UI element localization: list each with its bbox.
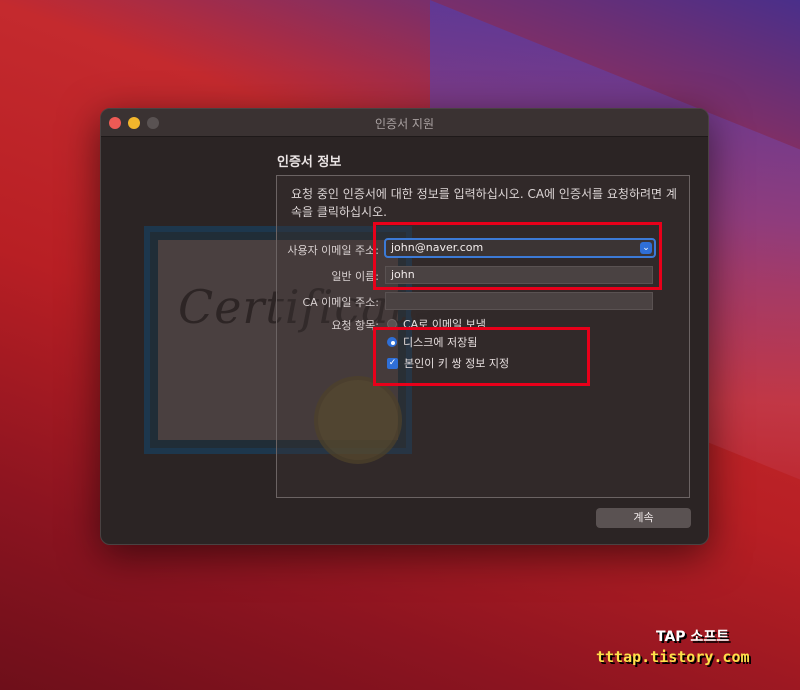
radio-email-ca[interactable]: CA로 이메일 보냄 xyxy=(387,316,486,332)
checkmark-icon[interactable]: ✓ xyxy=(387,357,398,369)
section-title: 인증서 정보 xyxy=(277,155,342,170)
keypair-checkbox-row[interactable]: ✓ 본인이 키 쌍 정보 지정 xyxy=(387,355,509,371)
chevron-down-icon[interactable]: ⌄ xyxy=(640,242,652,254)
window-title: 인증서 지원 xyxy=(374,117,434,131)
watermark-title: TAP 소프트 xyxy=(656,629,730,645)
titlebar: 인증서 지원 xyxy=(101,109,708,137)
radio-save-disk[interactable]: 디스크에 저장됨 xyxy=(387,334,477,350)
radio-button[interactable] xyxy=(387,319,397,329)
description-text: 요청 중인 인증서에 대한 정보를 입력하십시오. CA에 인증서를 요청하려면… xyxy=(291,187,677,219)
radio-email-ca-label: CA로 이메일 보냄 xyxy=(403,318,486,331)
common-name-field[interactable]: john xyxy=(385,266,653,284)
radio-button-selected[interactable] xyxy=(387,337,397,347)
request-label: 요청 항목: xyxy=(331,319,379,332)
form-panel xyxy=(276,175,690,498)
ca-email-label: CA 이메일 주소: xyxy=(302,296,379,309)
user-email-field[interactable]: john@naver.com ⌄ xyxy=(384,238,656,258)
certificate-assistant-window: 인증서 지원 Certificate 인증서 정보 요청 중인 인증서에 대한 … xyxy=(100,108,709,545)
watermark-url: tttap.tistory.com xyxy=(596,648,750,666)
ca-email-field[interactable] xyxy=(385,292,653,310)
continue-button[interactable]: 계속 xyxy=(596,508,691,528)
user-email-label: 사용자 이메일 주소: xyxy=(287,244,379,257)
common-name-label: 일반 이름: xyxy=(331,270,379,283)
radio-save-disk-label: 디스크에 저장됨 xyxy=(403,336,478,349)
keypair-label: 본인이 키 쌍 정보 지정 xyxy=(404,357,510,370)
user-email-value: john@naver.com xyxy=(391,241,484,254)
